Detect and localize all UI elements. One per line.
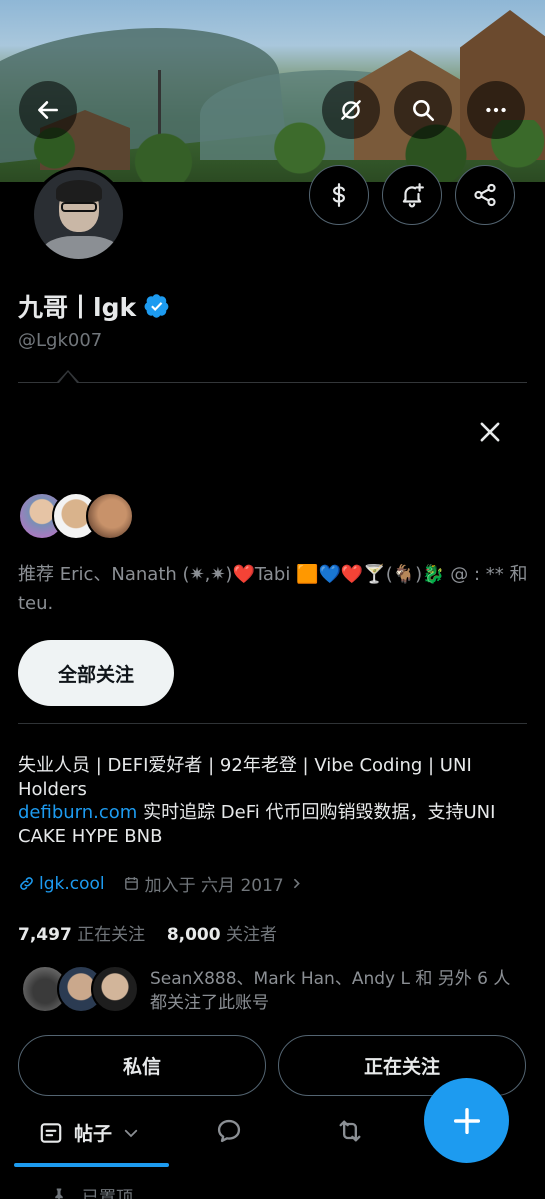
dollar-icon [332, 183, 345, 207]
user-handle: @Lgk007 [18, 330, 103, 351]
recommendation-text: 推荐 Eric、Nanath (✷,✷)❤️Tabi 🟧💙❤️🍸(🐐)🐉 @ :… [18, 564, 528, 614]
divider [18, 382, 527, 383]
followers-count[interactable]: 8,000 关注者 [167, 925, 277, 945]
plus-icon [453, 1107, 480, 1134]
profile-meta: lgk.cool 加入于 六月 2017 [18, 871, 303, 896]
arrow-left-icon [38, 101, 58, 119]
tip-button[interactable] [309, 165, 369, 225]
pin-icon [55, 1188, 63, 1199]
join-date[interactable]: 加入于 六月 2017 [145, 871, 284, 896]
more-icon [486, 107, 506, 113]
active-tab-indicator [14, 1163, 169, 1167]
compose-button[interactable] [424, 1078, 509, 1163]
follow-counts: 7,497 正在关注 8,000 关注者 [18, 920, 277, 945]
followers-you-know-avatars[interactable] [21, 965, 141, 1015]
recommended-avatars[interactable] [18, 492, 138, 540]
verified-badge-icon[interactable] [144, 293, 170, 319]
subscribe-off-icon [341, 100, 361, 120]
profile-avatar[interactable] [31, 167, 126, 262]
bell-plus-icon [402, 183, 424, 208]
back-button[interactable] [19, 81, 77, 139]
follow-all-button[interactable]: 全部关注 [18, 640, 174, 706]
close-icon[interactable] [476, 418, 504, 446]
replies-icon[interactable] [215, 1117, 243, 1145]
profile-bio: 失业人员 | DEFI爱好者 | 92年老登 | Vibe Coding | U… [18, 754, 528, 848]
notify-button[interactable] [382, 165, 442, 225]
chevron-right-icon[interactable] [290, 877, 303, 890]
followers-you-know-text[interactable]: SeanX888、Mark Han、Andy L 和 另外 6 人 都关注了此账… [150, 967, 530, 1015]
reposts-icon[interactable] [336, 1117, 364, 1145]
profile-banner[interactable] [0, 0, 545, 182]
more-button[interactable] [467, 81, 525, 139]
share-icon [474, 183, 496, 207]
share-button[interactable] [455, 165, 515, 225]
search-icon [413, 100, 435, 122]
pinned-indicator: 已置顶 [50, 1183, 133, 1199]
display-name-row: 九哥丨lgk [18, 288, 170, 324]
subscribe-off-button[interactable] [322, 81, 380, 139]
display-name: 九哥丨lgk [18, 293, 137, 322]
avatar[interactable] [91, 965, 139, 1013]
following-count[interactable]: 7,497 正在关注 [18, 925, 145, 945]
posts-icon [40, 1122, 62, 1143]
divider [18, 723, 527, 724]
bio-link[interactable]: defiburn.com [18, 802, 137, 823]
tab-posts[interactable]: 帖子 [38, 1119, 140, 1146]
bio-text: 失业人员 | DEFI爱好者 | 92年老登 | Vibe Coding | U… [18, 755, 472, 800]
chevron-down-icon[interactable] [122, 1124, 140, 1142]
calendar-icon [124, 877, 138, 890]
message-button[interactable]: 私信 [18, 1035, 266, 1096]
pinned-label: 已置顶 [82, 1188, 133, 1199]
search-button[interactable] [394, 81, 452, 139]
tab-posts-label: 帖子 [74, 1123, 113, 1145]
profile-url[interactable]: lgk.cool [39, 874, 105, 894]
link-icon [20, 877, 33, 890]
avatar[interactable] [86, 492, 134, 540]
